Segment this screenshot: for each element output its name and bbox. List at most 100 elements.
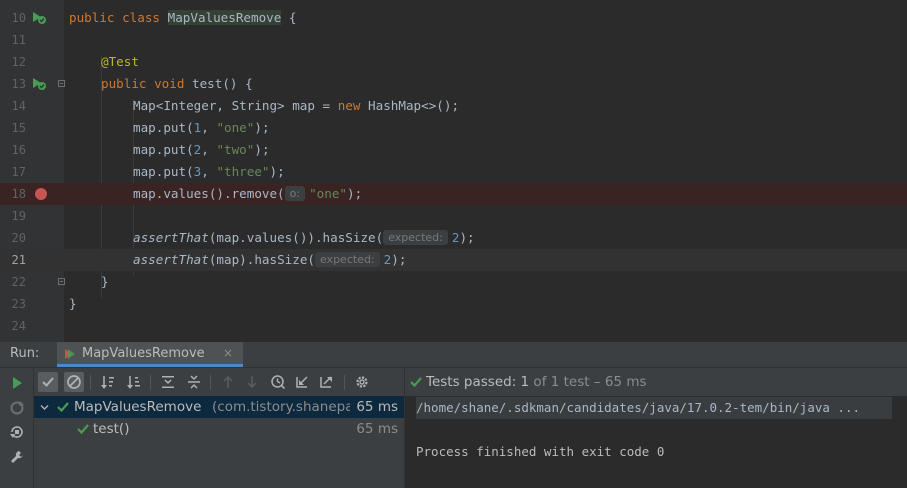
wrench-icon[interactable]: [9, 449, 25, 465]
expand-all-icon: [162, 376, 174, 388]
code-line-14[interactable]: 14 Map<Integer, String> map = new HashMa…: [0, 95, 907, 117]
run-tab[interactable]: MapValuesRemove ×: [57, 342, 243, 367]
code-line-23[interactable]: 23 }: [0, 293, 907, 315]
previous-failed-test-button[interactable]: [218, 372, 238, 392]
run-tool-window: Run: MapValuesRemove × MapValuesRemove (…: [0, 342, 907, 488]
settings-button[interactable]: [352, 372, 372, 392]
chevron-down-icon[interactable]: [40, 403, 49, 412]
collapse-all-button[interactable]: [184, 372, 204, 392]
code-line-20[interactable]: 20 assertThat(map.values()).hasSize(expe…: [0, 227, 907, 249]
line-number: 16: [11, 143, 26, 157]
collapse-all-icon: [188, 375, 200, 389]
run-test-gutter-icon[interactable]: [31, 11, 47, 25]
code-line-11[interactable]: 11: [0, 29, 907, 51]
check-icon: [410, 377, 422, 388]
line-number: 15: [11, 121, 26, 135]
test-method-name: test(): [93, 421, 130, 437]
run-label: Run:: [10, 346, 40, 361]
code-line-24[interactable]: 24: [0, 315, 907, 337]
sort-alphabetically-button[interactable]: [98, 372, 118, 392]
sort-alpha-icon: [101, 376, 114, 389]
breakpoint-icon[interactable]: [35, 188, 47, 200]
fold-marker-icon[interactable]: [58, 80, 65, 87]
parameter-hint: expected:: [383, 230, 448, 245]
code-text: @Test: [101, 54, 139, 69]
line-number: 19: [11, 209, 26, 223]
test-class-package: (com.tistory.shanepa: [212, 399, 354, 415]
next-test-icon: [247, 376, 257, 389]
import-tests-button[interactable]: [292, 372, 312, 392]
test-tree-row[interactable]: MapValuesRemove (com.tistory.shanepa 65 …: [34, 396, 404, 418]
parameter-hint: o:: [284, 186, 306, 201]
history-icon: [271, 375, 286, 390]
status-text: Tests passed: 1 of 1 test – 65 ms: [426, 374, 647, 390]
line-number: 13: [11, 77, 26, 91]
sort-by-duration-button[interactable]: [124, 372, 144, 392]
test-tree-row[interactable]: test() 65 ms: [34, 418, 404, 440]
line-number: 14: [11, 99, 26, 113]
code-line-21[interactable]: 21 assertThat(map).hasSize(expected: 2);: [0, 249, 907, 271]
next-failed-test-button[interactable]: [242, 372, 262, 392]
line-number: 11: [11, 33, 26, 47]
show-ignored-icon: [67, 375, 81, 389]
code-text: assertThat(map.values()).hasSize(expecte…: [133, 230, 475, 245]
toggle-auto-test-icon[interactable]: [9, 424, 25, 440]
fold-marker-icon[interactable]: [58, 278, 65, 285]
test-history-button[interactable]: [268, 372, 288, 392]
code-line-19[interactable]: 19: [0, 205, 907, 227]
toolbar-separator: [150, 375, 151, 390]
test-toolbar: [34, 368, 404, 396]
rerun-failed-icon[interactable]: [9, 400, 25, 416]
export-tests-button[interactable]: [316, 372, 336, 392]
expand-all-button[interactable]: [158, 372, 178, 392]
console-line[interactable]: /home/shane/.sdkman/candidates/java/17.0…: [416, 397, 860, 419]
run-tab-label: MapValuesRemove: [82, 346, 205, 361]
code-text: map.put(2, "two");: [133, 142, 270, 157]
test-tree: MapValuesRemove (com.tistory.shanepa 65 …: [34, 396, 404, 488]
line-number: 21: [11, 253, 26, 267]
code-editor[interactable]: 10 public class MapValuesRemove { 11 12 …: [0, 0, 907, 342]
import-tests-icon: [296, 376, 308, 388]
code-line-12[interactable]: 12 @Test: [0, 51, 907, 73]
code-line-17[interactable]: 17 map.put(3, "three");: [0, 161, 907, 183]
toolbar-separator: [344, 375, 345, 390]
line-number: 22: [11, 275, 26, 289]
test-config-icon: [65, 349, 75, 359]
line-number: 20: [11, 231, 26, 245]
test-duration: 65 ms: [350, 396, 398, 418]
check-icon: [57, 402, 69, 413]
code-line-15[interactable]: 15 map.put(1, "one");: [0, 117, 907, 139]
code-line-16[interactable]: 16 map.put(2, "two");: [0, 139, 907, 161]
code-text: public class MapValuesRemove {: [69, 10, 297, 25]
code-line-13[interactable]: 13 public void test() {: [0, 73, 907, 95]
export-tests-icon: [320, 376, 332, 388]
code-line-18[interactable]: 18 map.values().remove(o: "one");: [0, 183, 907, 205]
code-text: map.put(3, "three");: [133, 164, 285, 179]
show-passed-button[interactable]: [38, 372, 58, 392]
line-number: 12: [11, 55, 26, 69]
code-text: map.put(1, "one");: [133, 120, 270, 135]
console-output[interactable]: /home/shane/.sdkman/candidates/java/17.0…: [405, 396, 907, 488]
close-icon[interactable]: ×: [223, 346, 233, 360]
line-number: 17: [11, 165, 26, 179]
code-line-10[interactable]: 10 public class MapValuesRemove {: [0, 7, 907, 29]
rerun-icon[interactable]: [9, 375, 25, 391]
show-ignored-button[interactable]: [64, 372, 84, 392]
run-test-gutter-icon[interactable]: [31, 77, 47, 91]
code-text: map.values().remove(o: "one");: [133, 186, 363, 201]
run-header: Run: MapValuesRemove ×: [0, 342, 907, 368]
console-line: Process finished with exit code 0: [416, 444, 665, 459]
previous-test-icon: [223, 375, 233, 388]
code-text: Map<Integer, String> map = new HashMap<>…: [133, 98, 460, 113]
line-number: 18: [11, 187, 26, 201]
class-name-highlight: MapValuesRemove: [167, 10, 282, 25]
test-status: Tests passed: 1 of 1 test – 65 ms: [409, 368, 907, 396]
parameter-hint: expected:: [314, 252, 380, 267]
check-icon: [77, 424, 89, 435]
line-number: 10: [11, 11, 26, 25]
run-side-toolbar: [0, 368, 34, 488]
code-text: }: [69, 296, 77, 311]
toolbar-separator: [90, 375, 91, 390]
test-duration: 65 ms: [356, 421, 398, 437]
code-line-22[interactable]: 22 }: [0, 271, 907, 293]
